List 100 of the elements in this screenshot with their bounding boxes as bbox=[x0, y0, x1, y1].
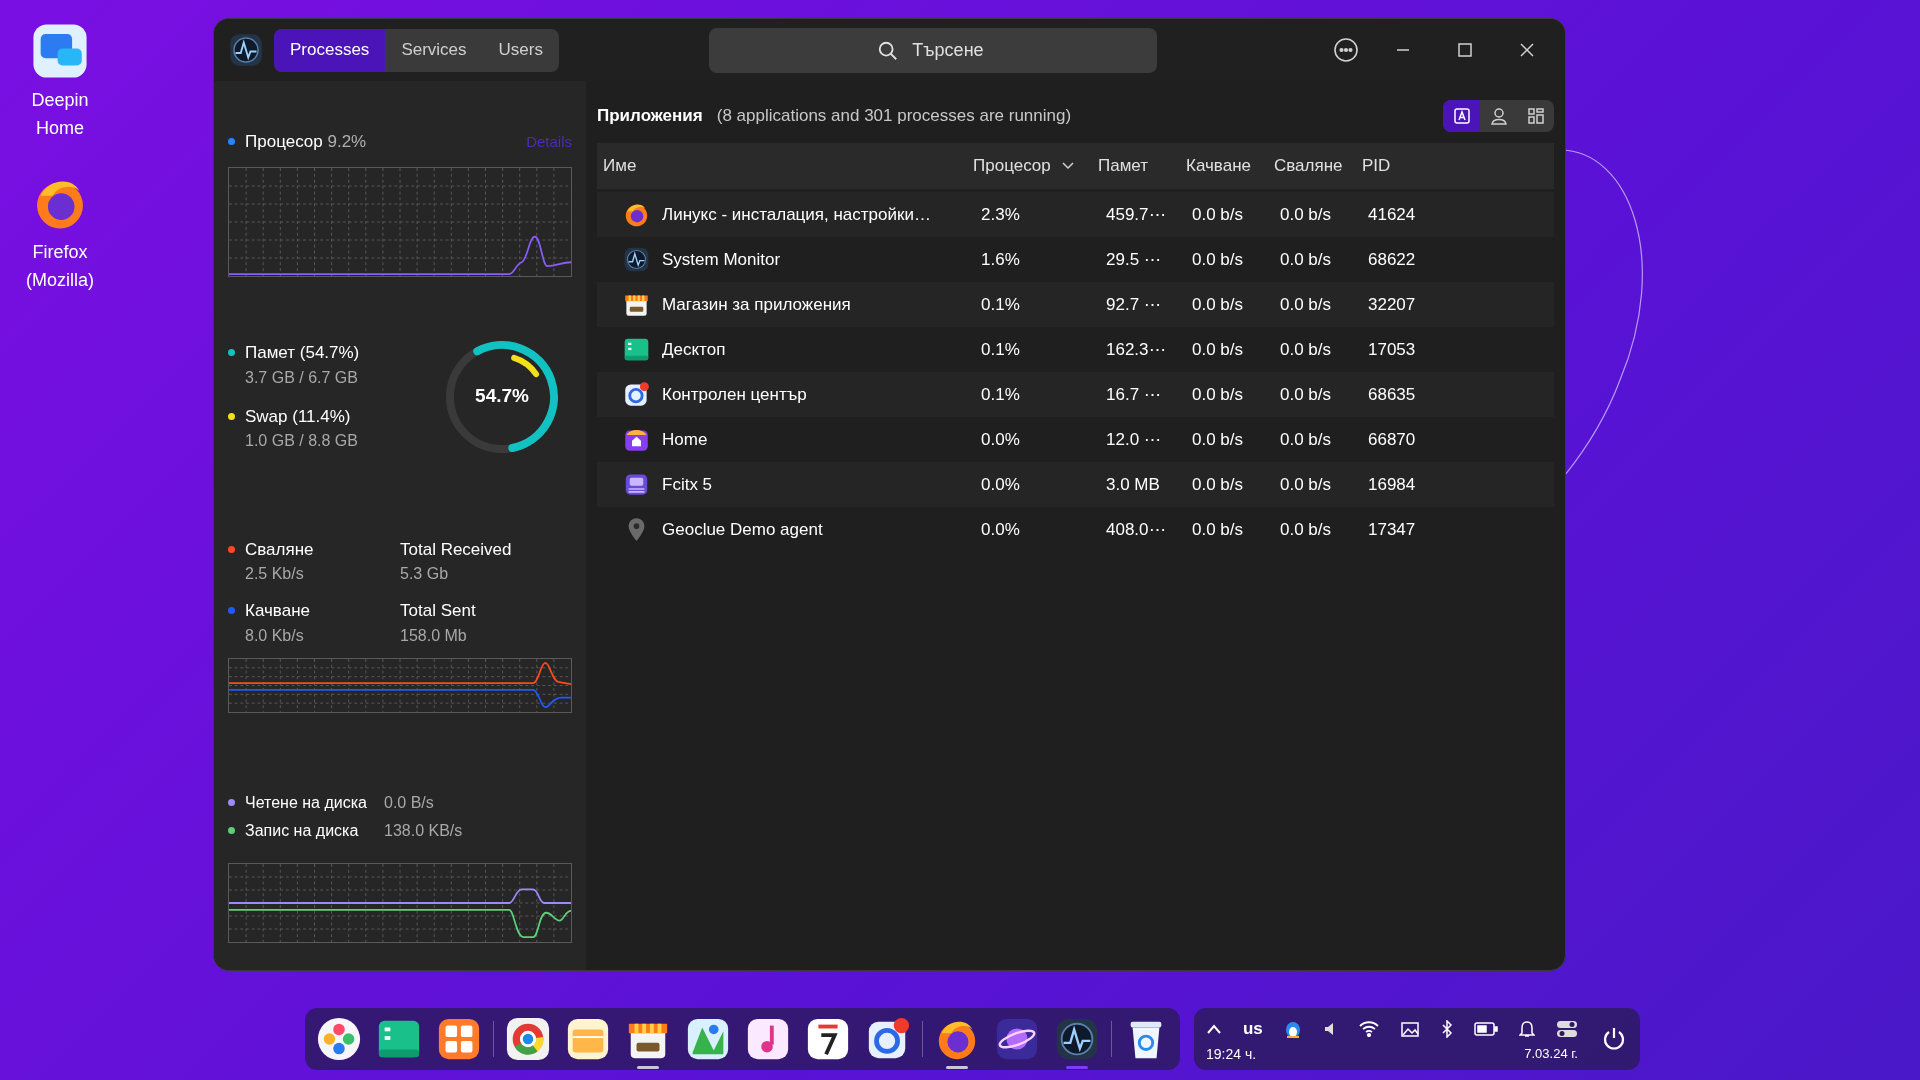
network-label: Сваляне bbox=[245, 538, 314, 561]
clock-date[interactable]: 7.03.24 г. bbox=[1524, 1044, 1578, 1064]
process-row[interactable]: Home 0.0% 12.0 ⋯ 0.0 b/s 0.0 b/s 66870 bbox=[597, 417, 1554, 462]
cpu-cell-text: 0.0% bbox=[980, 518, 1021, 541]
column-header[interactable]: Процесор bbox=[971, 153, 1075, 179]
pid-cell-text: 17053 bbox=[1367, 338, 1417, 361]
process-name: Магазин за приложения bbox=[662, 293, 851, 316]
process-row[interactable]: System Monitor 1.6% 29.5 ⋯ 0.0 b/s 0.0 b/s 68622 bbox=[597, 237, 1554, 282]
process-row[interactable]: Fcitx 5 0.0% 3.0 MB 0.0 b/s 0.0 b/s 16984 bbox=[597, 462, 1554, 507]
keyboard-layout[interactable]: us bbox=[1242, 1015, 1263, 1042]
bell-icon[interactable] bbox=[1519, 1019, 1536, 1038]
column-header[interactable]: Сваляне bbox=[1272, 153, 1343, 179]
cpu-cell-text: 0.0% bbox=[980, 428, 1021, 451]
memory-percent: 54.7% bbox=[475, 384, 529, 409]
process-row[interactable]: Десктоп 0.1% 162.3⋯ 0.0 b/s 0.0 b/s 17053 bbox=[597, 327, 1554, 372]
flame-globe-icon bbox=[623, 201, 650, 228]
column-header[interactable]: Качване bbox=[1184, 153, 1251, 179]
memory-label: Памет (54.7%) bbox=[245, 342, 360, 364]
swap-label: Swap (11.4%) bbox=[245, 405, 351, 428]
upload-cell-text: 0.0 b/s bbox=[1191, 248, 1245, 271]
column-header[interactable]: Памет bbox=[1096, 153, 1149, 179]
column-header[interactable]: PID bbox=[1360, 153, 1391, 179]
network-rate: 2.5 Kb/s bbox=[245, 564, 305, 584]
disk-label: Запис на диска bbox=[245, 820, 359, 841]
cpu-label: Процесор 9.2% bbox=[245, 131, 367, 153]
pid-cell-text: 66870 bbox=[1367, 428, 1417, 451]
upload-cell-text: 0.0 b/s bbox=[1191, 293, 1245, 316]
memory-cell-text: 3.0 MB bbox=[1105, 473, 1161, 496]
memory-cell-text: 16.7 ⋯ bbox=[1105, 383, 1162, 406]
wifi-icon[interactable] bbox=[1359, 1020, 1380, 1037]
download-cell-text: 0.0 b/s bbox=[1279, 248, 1333, 271]
process-name: Десктоп bbox=[662, 338, 726, 361]
upload-cell-text: 0.0 b/s bbox=[1191, 518, 1245, 541]
process-name: Home bbox=[662, 428, 708, 451]
disk-label: Четене на диска bbox=[245, 792, 367, 813]
download-cell-text: 0.0 b/s bbox=[1279, 203, 1333, 226]
search-icon bbox=[876, 39, 899, 62]
download-cell-text: 0.0 b/s bbox=[1279, 338, 1333, 361]
download-cell-text: 0.0 b/s bbox=[1279, 518, 1333, 541]
waveform-icon bbox=[228, 32, 264, 68]
chat-bubbles-icon[interactable] bbox=[31, 22, 89, 80]
music-note-icon bbox=[745, 1016, 791, 1062]
upload-cell-text: 0.0 b/s bbox=[1191, 203, 1245, 226]
image-icon[interactable] bbox=[1400, 1019, 1421, 1038]
memory-usage: 3.7 GB / 6.7 GB bbox=[245, 367, 359, 388]
search-field[interactable]: Търсене bbox=[708, 27, 1157, 73]
clock-time[interactable]: 19:24 ч. bbox=[1206, 1043, 1257, 1065]
upload-cell-text: 0.0 b/s bbox=[1191, 428, 1245, 451]
planet-icon bbox=[994, 1016, 1040, 1062]
battery-icon[interactable] bbox=[1474, 1020, 1499, 1037]
process-name: Fcitx 5 bbox=[662, 473, 713, 496]
pid-cell-text: 16984 bbox=[1367, 473, 1417, 496]
tree-view-icon bbox=[1526, 107, 1545, 125]
process-name: Линукс - инсталация, настройки… bbox=[662, 203, 931, 226]
cpu-cell-text: 0.1% bbox=[980, 293, 1021, 316]
ring-icon bbox=[505, 1016, 551, 1062]
cpu-cell-text: 0.1% bbox=[980, 383, 1021, 406]
pid-cell-text: 17347 bbox=[1367, 518, 1417, 541]
sort-chevron-icon bbox=[1060, 161, 1075, 171]
memory-cell-text: 12.0 ⋯ bbox=[1105, 428, 1162, 451]
memory-cell-text: 29.5 ⋯ bbox=[1105, 248, 1162, 271]
tab[interactable]: Processes bbox=[274, 28, 386, 72]
tab[interactable]: Services bbox=[385, 28, 483, 72]
chevron-up-icon[interactable] bbox=[1206, 1022, 1222, 1035]
bluetooth-icon[interactable] bbox=[1441, 1019, 1454, 1038]
desktop-icon-label[interactable]: Firefox (Mozilla) bbox=[20, 238, 100, 294]
download-cell-text: 0.0 b/s bbox=[1279, 383, 1333, 406]
upload-cell-text: 0.0 b/s bbox=[1191, 338, 1245, 361]
cpu-cell-text: 0.0% bbox=[980, 473, 1021, 496]
process-name: System Monitor bbox=[662, 248, 781, 271]
toggles-icon[interactable] bbox=[1556, 1019, 1578, 1038]
desktop-icon-label[interactable]: Deepin Home bbox=[20, 86, 100, 142]
app-window-icon bbox=[1452, 107, 1471, 125]
process-name: Контролен център bbox=[662, 383, 807, 406]
network-total-value: 158.0 Mb bbox=[400, 625, 468, 646]
more-menu-icon[interactable] bbox=[1333, 37, 1359, 63]
memory-cell-text: 408.0⋯ bbox=[1105, 518, 1167, 541]
sidebar-window-icon bbox=[623, 336, 650, 363]
waveform-icon bbox=[1054, 1016, 1100, 1062]
memory-cell-text: 92.7 ⋯ bbox=[1105, 293, 1162, 316]
memory-cell-text: 459.7⋯ bbox=[1105, 203, 1167, 226]
column-header[interactable]: Име bbox=[601, 153, 637, 179]
disk-rate: 0.0 B/s bbox=[384, 792, 435, 813]
process-row[interactable]: Geoclue Demo agent 0.0% 408.0⋯ 0.0 b/s 0.0 b/s 17347 bbox=[597, 507, 1554, 552]
process-row[interactable]: Линукс - инсталация, настройки… 2.3% 459.7⋯ 0.0 b/s 0.0 b/s 41624 bbox=[597, 192, 1554, 237]
cpu-cell-text: 0.1% bbox=[980, 338, 1021, 361]
cpu-cell-text: 2.3% bbox=[980, 203, 1021, 226]
cpu-cell-text: 1.6% bbox=[980, 248, 1021, 271]
view-toggle-button[interactable] bbox=[1443, 100, 1480, 132]
process-row[interactable]: Контролен център 0.1% 16.7 ⋯ 0.0 b/s 0.0 b/s 68635 bbox=[597, 372, 1554, 417]
tab[interactable]: Users bbox=[482, 28, 559, 72]
disk-rate: 138.0 KB/s bbox=[384, 820, 464, 841]
gauge-icon bbox=[623, 381, 650, 408]
network-total-label: Total Sent bbox=[400, 600, 477, 622]
upload-cell-text: 0.0 b/s bbox=[1191, 473, 1245, 496]
flower-icon bbox=[316, 1016, 362, 1062]
process-row[interactable]: Магазин за приложения 0.1% 92.7 ⋯ 0.0 b/s 0.0 b/s 32207 bbox=[597, 282, 1554, 327]
map-icon bbox=[685, 1016, 731, 1062]
calendar-icon bbox=[805, 1016, 851, 1062]
process-summary: (8 applications and 301 processes are running) bbox=[716, 105, 1072, 128]
